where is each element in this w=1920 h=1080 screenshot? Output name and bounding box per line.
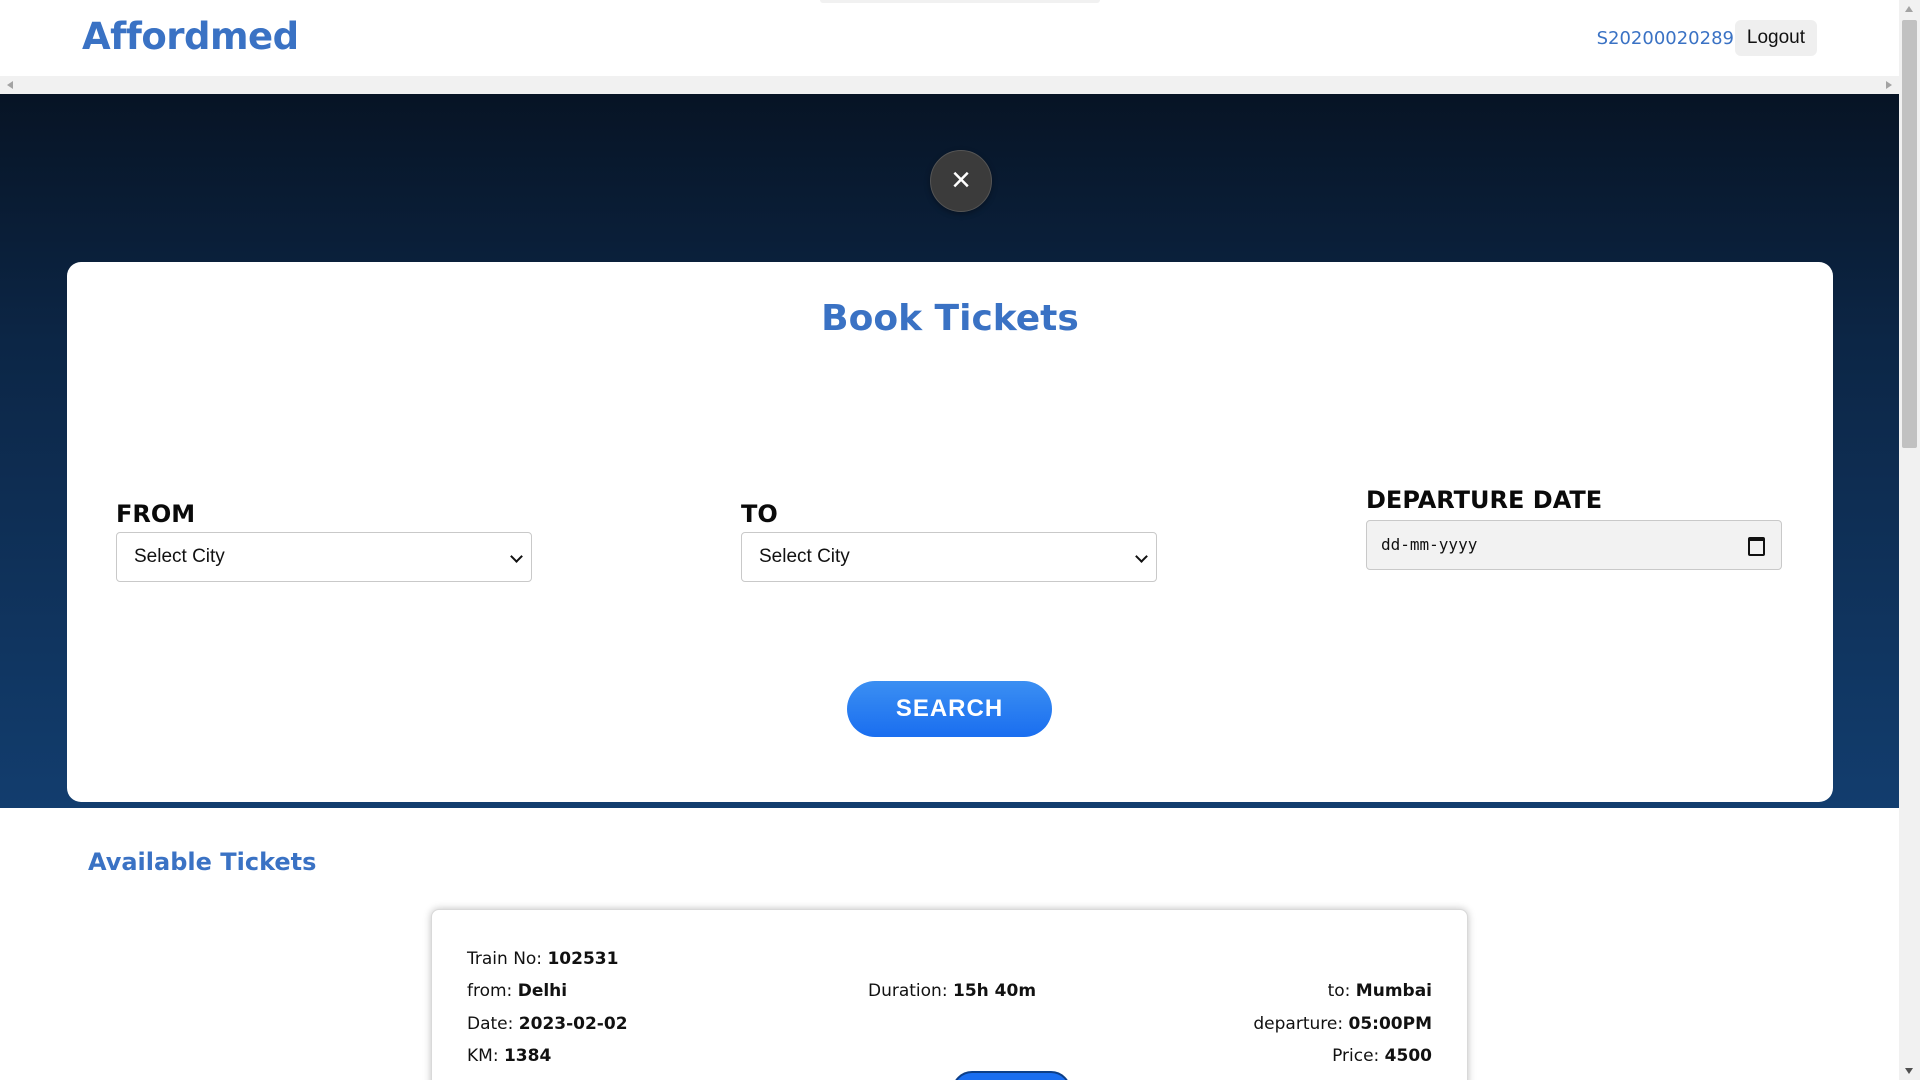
chevron-down-icon (1135, 550, 1148, 563)
departure-date-field: DEPARTURE DATE dd-mm-yyyy (1366, 486, 1782, 570)
to-select-value: Select City (759, 546, 850, 567)
vertical-scrollbar[interactable] (1899, 0, 1920, 1080)
book-ticket-button[interactable] (952, 1071, 1071, 1080)
search-button[interactable]: SEARCH (847, 681, 1052, 737)
top-tab-indicator (820, 0, 1100, 3)
train-no-value: 102531 (547, 949, 619, 969)
scroll-left-arrow-icon[interactable] (7, 81, 13, 89)
scrollbar-thumb[interactable] (1902, 20, 1917, 448)
available-tickets-title: Available Tickets (88, 848, 317, 876)
logout-button[interactable]: Logout (1734, 20, 1817, 56)
ticket-price: Price: 4500 (1332, 1046, 1432, 1066)
scroll-right-arrow-icon[interactable] (1886, 81, 1892, 89)
from-value: Delhi (517, 981, 568, 1001)
ticket-duration: Duration: 15h 40m (868, 981, 1036, 1001)
ticket-km: KM: 1384 (467, 1046, 551, 1066)
from-label-text: from: (467, 981, 513, 1001)
from-label: FROM (116, 500, 196, 528)
ticket-departure: departure: 05:00PM (1253, 1014, 1432, 1034)
departure-value: 05:00PM (1348, 1014, 1433, 1034)
logo[interactable]: Affordmed (82, 15, 299, 58)
calendar-icon[interactable] (1748, 537, 1765, 556)
train-no-label: Train No: (467, 949, 543, 969)
scroll-down-arrow-icon[interactable] (1905, 1068, 1913, 1074)
date-placeholder: dd-mm-yyyy (1381, 535, 1478, 554)
to-label: TO (741, 500, 778, 528)
to-value: Mumbai (1355, 981, 1432, 1001)
ticket-from: from: Delhi (467, 981, 567, 1001)
horizontal-scrollbar[interactable] (0, 76, 1899, 94)
page: Affordmed S20200020289 Logout Book Ticke… (0, 0, 1920, 1080)
km-value: 1384 (503, 1046, 552, 1066)
scroll-up-arrow-icon[interactable] (1905, 6, 1913, 12)
price-value: 4500 (1384, 1046, 1432, 1066)
date-label-text: Date: (467, 1014, 514, 1034)
close-icon[interactable]: × (930, 150, 992, 212)
ticket-train-no: Train No: 102531 (467, 949, 618, 969)
ticket-to: to: Mumbai (1328, 981, 1432, 1001)
date-value: 2023-02-02 (518, 1014, 628, 1034)
departure-date-label: DEPARTURE DATE (1366, 486, 1603, 514)
departure-label-text: departure: (1253, 1014, 1344, 1034)
chevron-down-icon (510, 550, 523, 563)
km-label-text: KM: (467, 1046, 499, 1066)
to-field: TO Select City (741, 500, 1157, 582)
duration-label-text: Duration: (868, 981, 948, 1001)
departure-date-input[interactable]: dd-mm-yyyy (1366, 520, 1782, 570)
page-title: Book Tickets (821, 298, 1079, 339)
from-select[interactable]: Select City (116, 532, 532, 582)
header: Affordmed S20200020289 Logout (0, 0, 1899, 76)
duration-value: 15h 40m (952, 981, 1037, 1001)
to-select[interactable]: Select City (741, 532, 1157, 582)
to-label-text: to: (1327, 981, 1351, 1001)
price-label-text: Price: (1332, 1046, 1380, 1066)
booking-hero: Book Tickets FROM Select City TO Select … (0, 94, 1899, 808)
user-id: S20200020289 (1596, 28, 1734, 49)
ticket-date: Date: 2023-02-02 (467, 1014, 628, 1034)
from-select-value: Select City (134, 546, 225, 567)
from-field: FROM Select City (116, 500, 532, 582)
ticket-card[interactable]: Train No: 102531 from: Delhi Date: 2023-… (431, 909, 1468, 1080)
